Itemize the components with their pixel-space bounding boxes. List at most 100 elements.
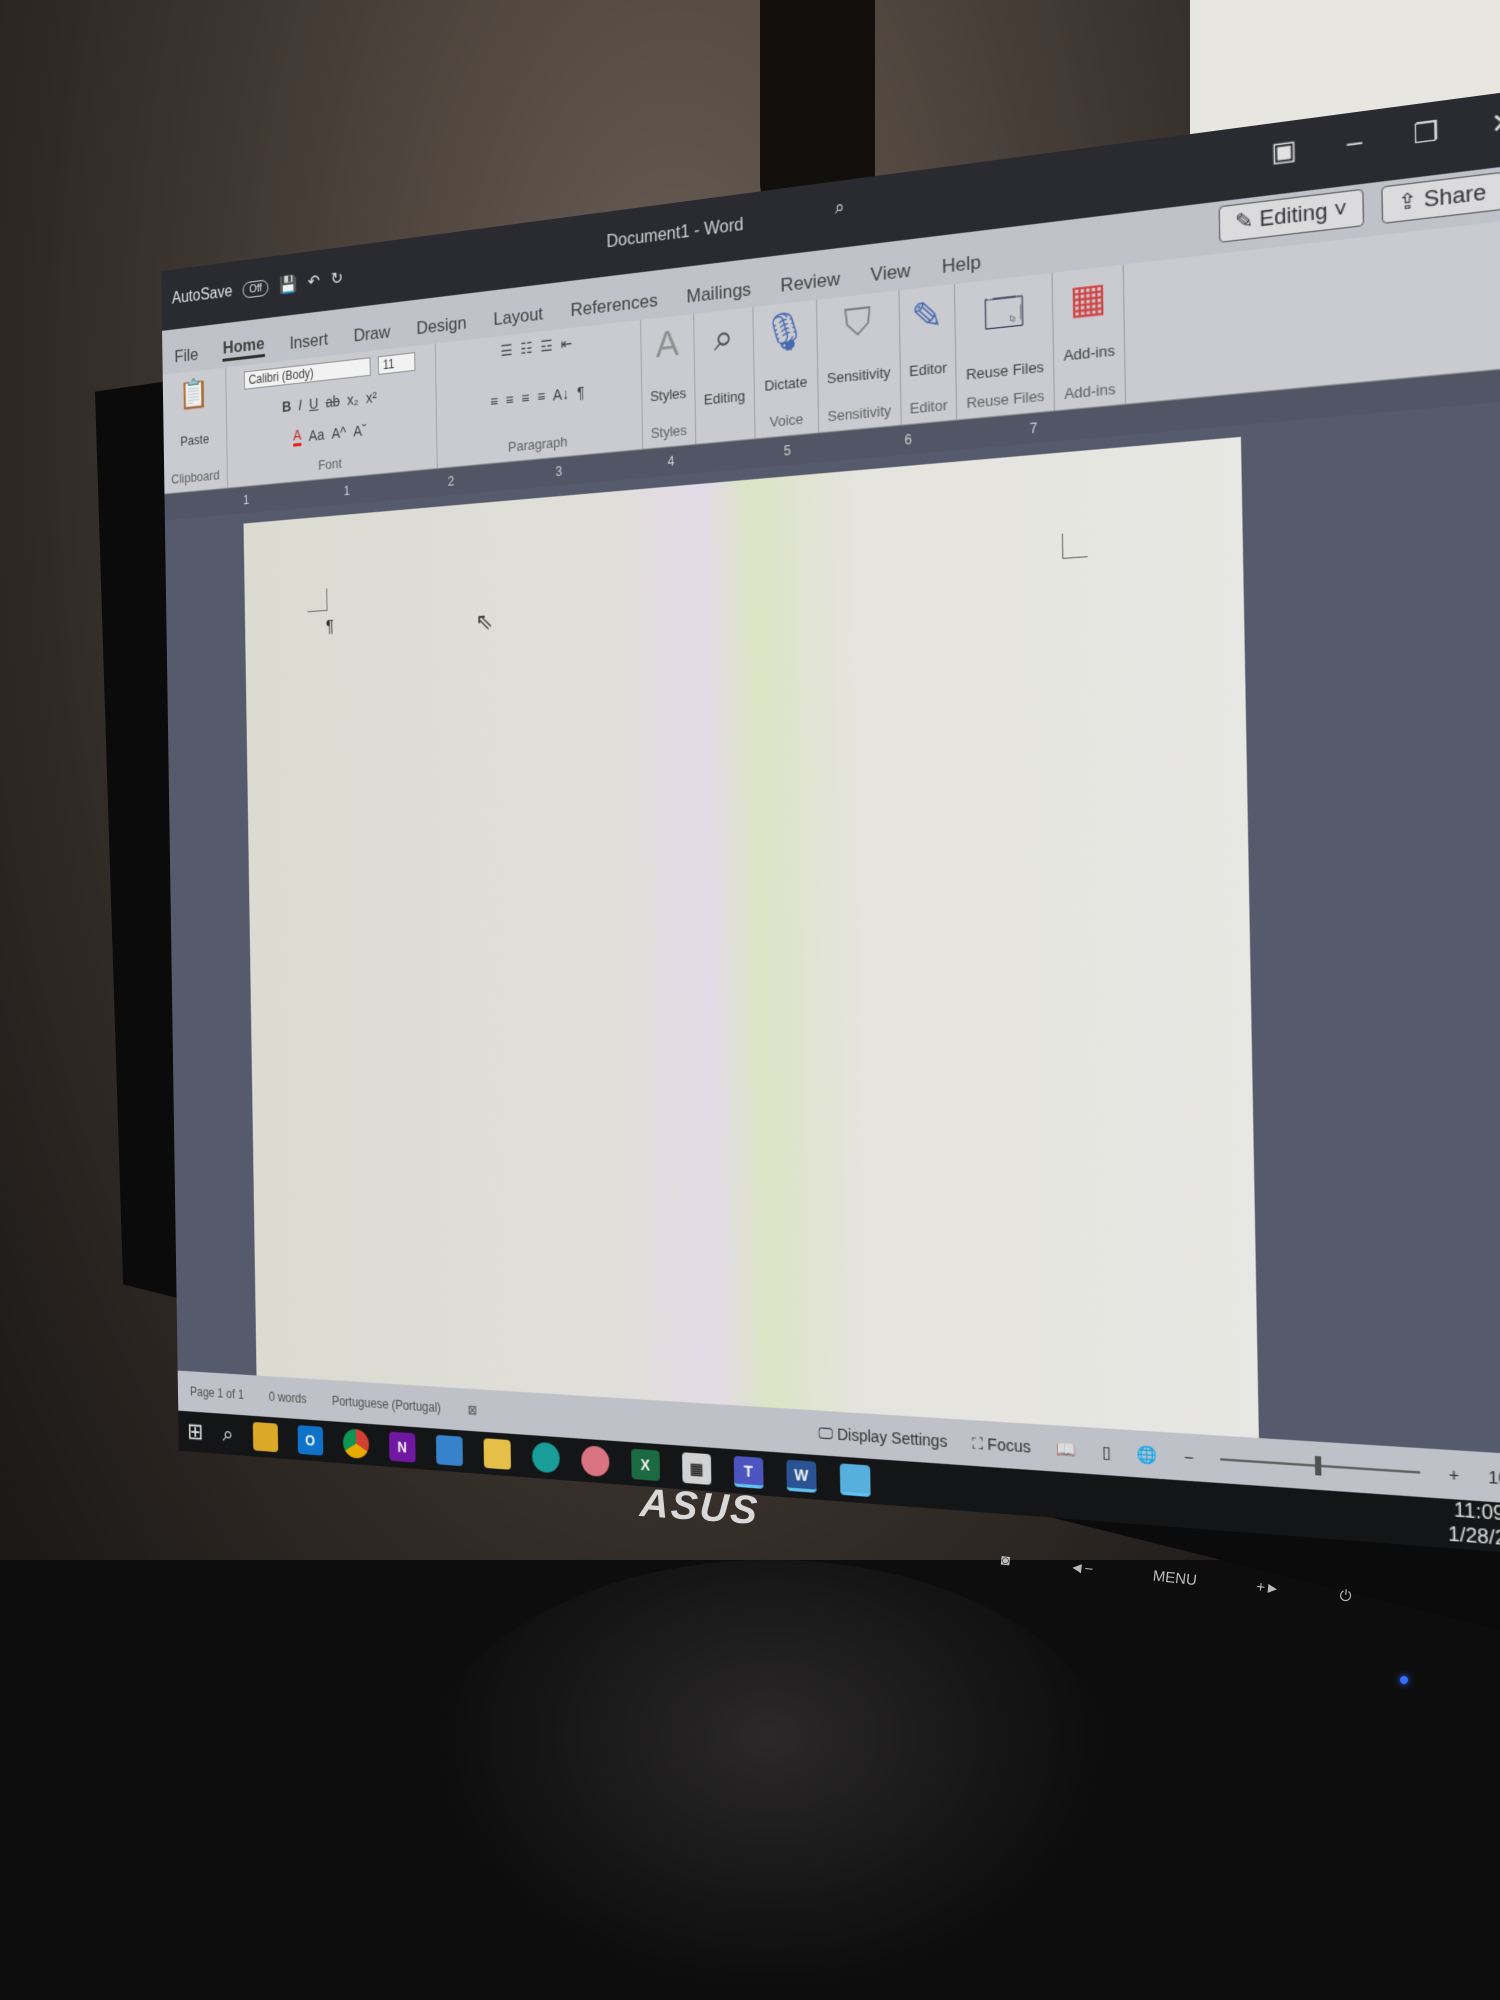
bold-button[interactable]: B xyxy=(282,398,291,415)
add-ins-icon[interactable]: ▦ xyxy=(1069,274,1107,325)
sensitivity-icon[interactable]: ⛉ xyxy=(843,300,871,347)
monitor-input-button[interactable]: ◙ xyxy=(1000,1552,1011,1570)
minimize-button[interactable]: – xyxy=(1347,126,1363,159)
shrink-font-button[interactable]: Aˇ xyxy=(353,421,366,439)
tab-help[interactable]: Help xyxy=(941,251,981,278)
editor-button[interactable]: Editor xyxy=(909,358,947,379)
grow-font-button[interactable]: A^ xyxy=(331,423,346,441)
styles-icon[interactable]: A xyxy=(655,322,679,367)
tab-draw[interactable]: Draw xyxy=(353,322,390,347)
zoom-out-button[interactable]: − xyxy=(1184,1447,1194,1467)
accessibility-icon[interactable]: ⊠ xyxy=(468,1402,478,1417)
pilcrow-icon[interactable]: ¶ xyxy=(577,383,585,401)
subscript-button[interactable]: x₂ xyxy=(347,391,359,409)
sensitivity-button[interactable]: Sensitivity xyxy=(827,364,891,387)
maximize-button[interactable]: ❐ xyxy=(1413,116,1439,151)
photos-icon[interactable] xyxy=(839,1463,871,1498)
align-left-icon[interactable]: ≡ xyxy=(490,392,498,410)
read-mode-icon[interactable]: 📖 xyxy=(1056,1439,1077,1460)
editor-label: Editor xyxy=(909,396,948,417)
reuse-files-label: Reuse Files xyxy=(966,386,1045,412)
save-icon[interactable]: 💾 xyxy=(279,273,297,296)
monitor-stand xyxy=(420,1560,1120,2000)
share-button[interactable]: ⇪ Share xyxy=(1381,171,1500,225)
strikethrough-button[interactable]: ab xyxy=(325,393,339,411)
paste-button[interactable]: Paste xyxy=(180,431,209,449)
word-icon[interactable]: W xyxy=(786,1459,817,1493)
reuse-files-button[interactable]: Reuse Files xyxy=(966,358,1044,383)
word-count[interactable]: 0 words xyxy=(269,1389,307,1406)
paste-icon[interactable]: 📋 xyxy=(179,376,210,412)
paint-icon[interactable] xyxy=(580,1445,610,1478)
word-window: AutoSave Off 💾 ↶ ↻ Document1 - Word ⌕ ▣ … xyxy=(161,89,1500,1557)
tab-view[interactable]: View xyxy=(870,260,910,287)
system-clock[interactable]: 11:09 AM 1/28/2024 xyxy=(1448,1499,1500,1555)
multilevel-icon[interactable]: ☲ xyxy=(540,336,553,355)
indent-icon[interactable]: ⇤ xyxy=(560,334,572,353)
files-app-icon[interactable] xyxy=(252,1421,278,1453)
reuse-files-icon[interactable]: 🗔 xyxy=(982,283,1026,353)
align-right-icon[interactable]: ≡ xyxy=(521,389,529,407)
monitor-power-button[interactable]: ⏻ xyxy=(1339,1587,1353,1605)
italic-button[interactable]: I xyxy=(298,397,302,414)
close-button[interactable]: ✕ xyxy=(1491,106,1500,141)
sort-icon[interactable]: A↓ xyxy=(553,384,569,403)
underline-button[interactable]: U xyxy=(309,395,318,412)
tab-references[interactable]: References xyxy=(570,290,658,322)
dictate-button[interactable]: Dictate xyxy=(764,373,807,394)
font-size-select[interactable]: 11 xyxy=(377,352,416,375)
tab-mailings[interactable]: Mailings xyxy=(686,279,751,309)
calculator-icon[interactable]: ▦ xyxy=(681,1452,712,1485)
focus-button[interactable]: ⛶ Focus xyxy=(972,1433,1031,1456)
editing-button[interactable]: Editing xyxy=(704,387,746,408)
file-explorer-icon[interactable] xyxy=(483,1438,511,1470)
ribbon-display-icon[interactable]: ▣ xyxy=(1271,134,1297,168)
styles-button[interactable]: Styles xyxy=(650,385,686,405)
find-icon[interactable]: ⌕ xyxy=(713,316,734,361)
add-ins-button[interactable]: Add-ins xyxy=(1063,341,1115,364)
justify-icon[interactable]: ≡ xyxy=(537,387,545,405)
tab-review[interactable]: Review xyxy=(780,268,840,297)
tab-design[interactable]: Design xyxy=(416,313,466,340)
monitor-down-button[interactable]: ◄− xyxy=(1069,1559,1094,1578)
display-settings-button[interactable]: 🖵 Display Settings xyxy=(818,1423,947,1451)
web-layout-icon[interactable]: 🌐 xyxy=(1137,1444,1158,1465)
microphone-icon[interactable]: 🎙 xyxy=(762,308,809,357)
zoom-in-button[interactable]: + xyxy=(1448,1465,1459,1485)
zoom-slider[interactable] xyxy=(1220,1455,1421,1476)
autosave-label: AutoSave xyxy=(171,282,233,308)
center-icon[interactable]: ≡ xyxy=(505,390,513,408)
numbering-icon[interactable]: ☷ xyxy=(520,339,533,358)
tab-layout[interactable]: Layout xyxy=(493,303,543,330)
page-count[interactable]: Page 1 of 1 xyxy=(190,1384,244,1402)
window-title: Document1 - Word xyxy=(606,215,744,252)
start-icon[interactable]: ⊞ xyxy=(187,1418,203,1445)
document-page[interactable]: ¶ ⇖ xyxy=(243,436,1261,1510)
folder-icon[interactable] xyxy=(435,1434,463,1467)
onenote-icon[interactable]: N xyxy=(388,1431,416,1463)
change-case-button[interactable]: Aa xyxy=(309,426,325,444)
undo-icon[interactable]: ↶ xyxy=(308,271,320,293)
clipboard-label: Clipboard xyxy=(171,467,220,487)
search-icon[interactable]: ⌕ xyxy=(222,1421,233,1448)
autosave-toggle[interactable]: Off xyxy=(242,279,269,299)
monitor-up-button[interactable]: +► xyxy=(1256,1578,1281,1597)
group-voice: 🎙 Dictate Voice xyxy=(753,299,820,439)
superscript-button[interactable]: x² xyxy=(366,389,377,407)
outlook-icon[interactable]: O xyxy=(297,1425,324,1456)
edge-icon[interactable] xyxy=(531,1441,560,1474)
zoom-level[interactable]: 100% xyxy=(1488,1467,1500,1490)
tab-home[interactable]: Home xyxy=(222,333,265,362)
teams-icon[interactable]: T xyxy=(733,1455,764,1489)
bullets-icon[interactable]: ☰ xyxy=(500,341,512,360)
search-icon[interactable]: ⌕ xyxy=(835,198,845,219)
chrome-icon[interactable] xyxy=(342,1428,369,1460)
tab-insert[interactable]: Insert xyxy=(289,329,328,354)
editor-icon[interactable]: ✎ xyxy=(911,292,943,341)
font-color-button[interactable]: A xyxy=(292,426,302,447)
language[interactable]: Portuguese (Portugal) xyxy=(332,1394,441,1416)
tab-file[interactable]: File xyxy=(174,345,198,368)
redo-icon[interactable]: ↻ xyxy=(331,268,344,290)
print-layout-icon[interactable]: ▯ xyxy=(1102,1442,1111,1462)
excel-icon[interactable]: X xyxy=(630,1448,660,1482)
